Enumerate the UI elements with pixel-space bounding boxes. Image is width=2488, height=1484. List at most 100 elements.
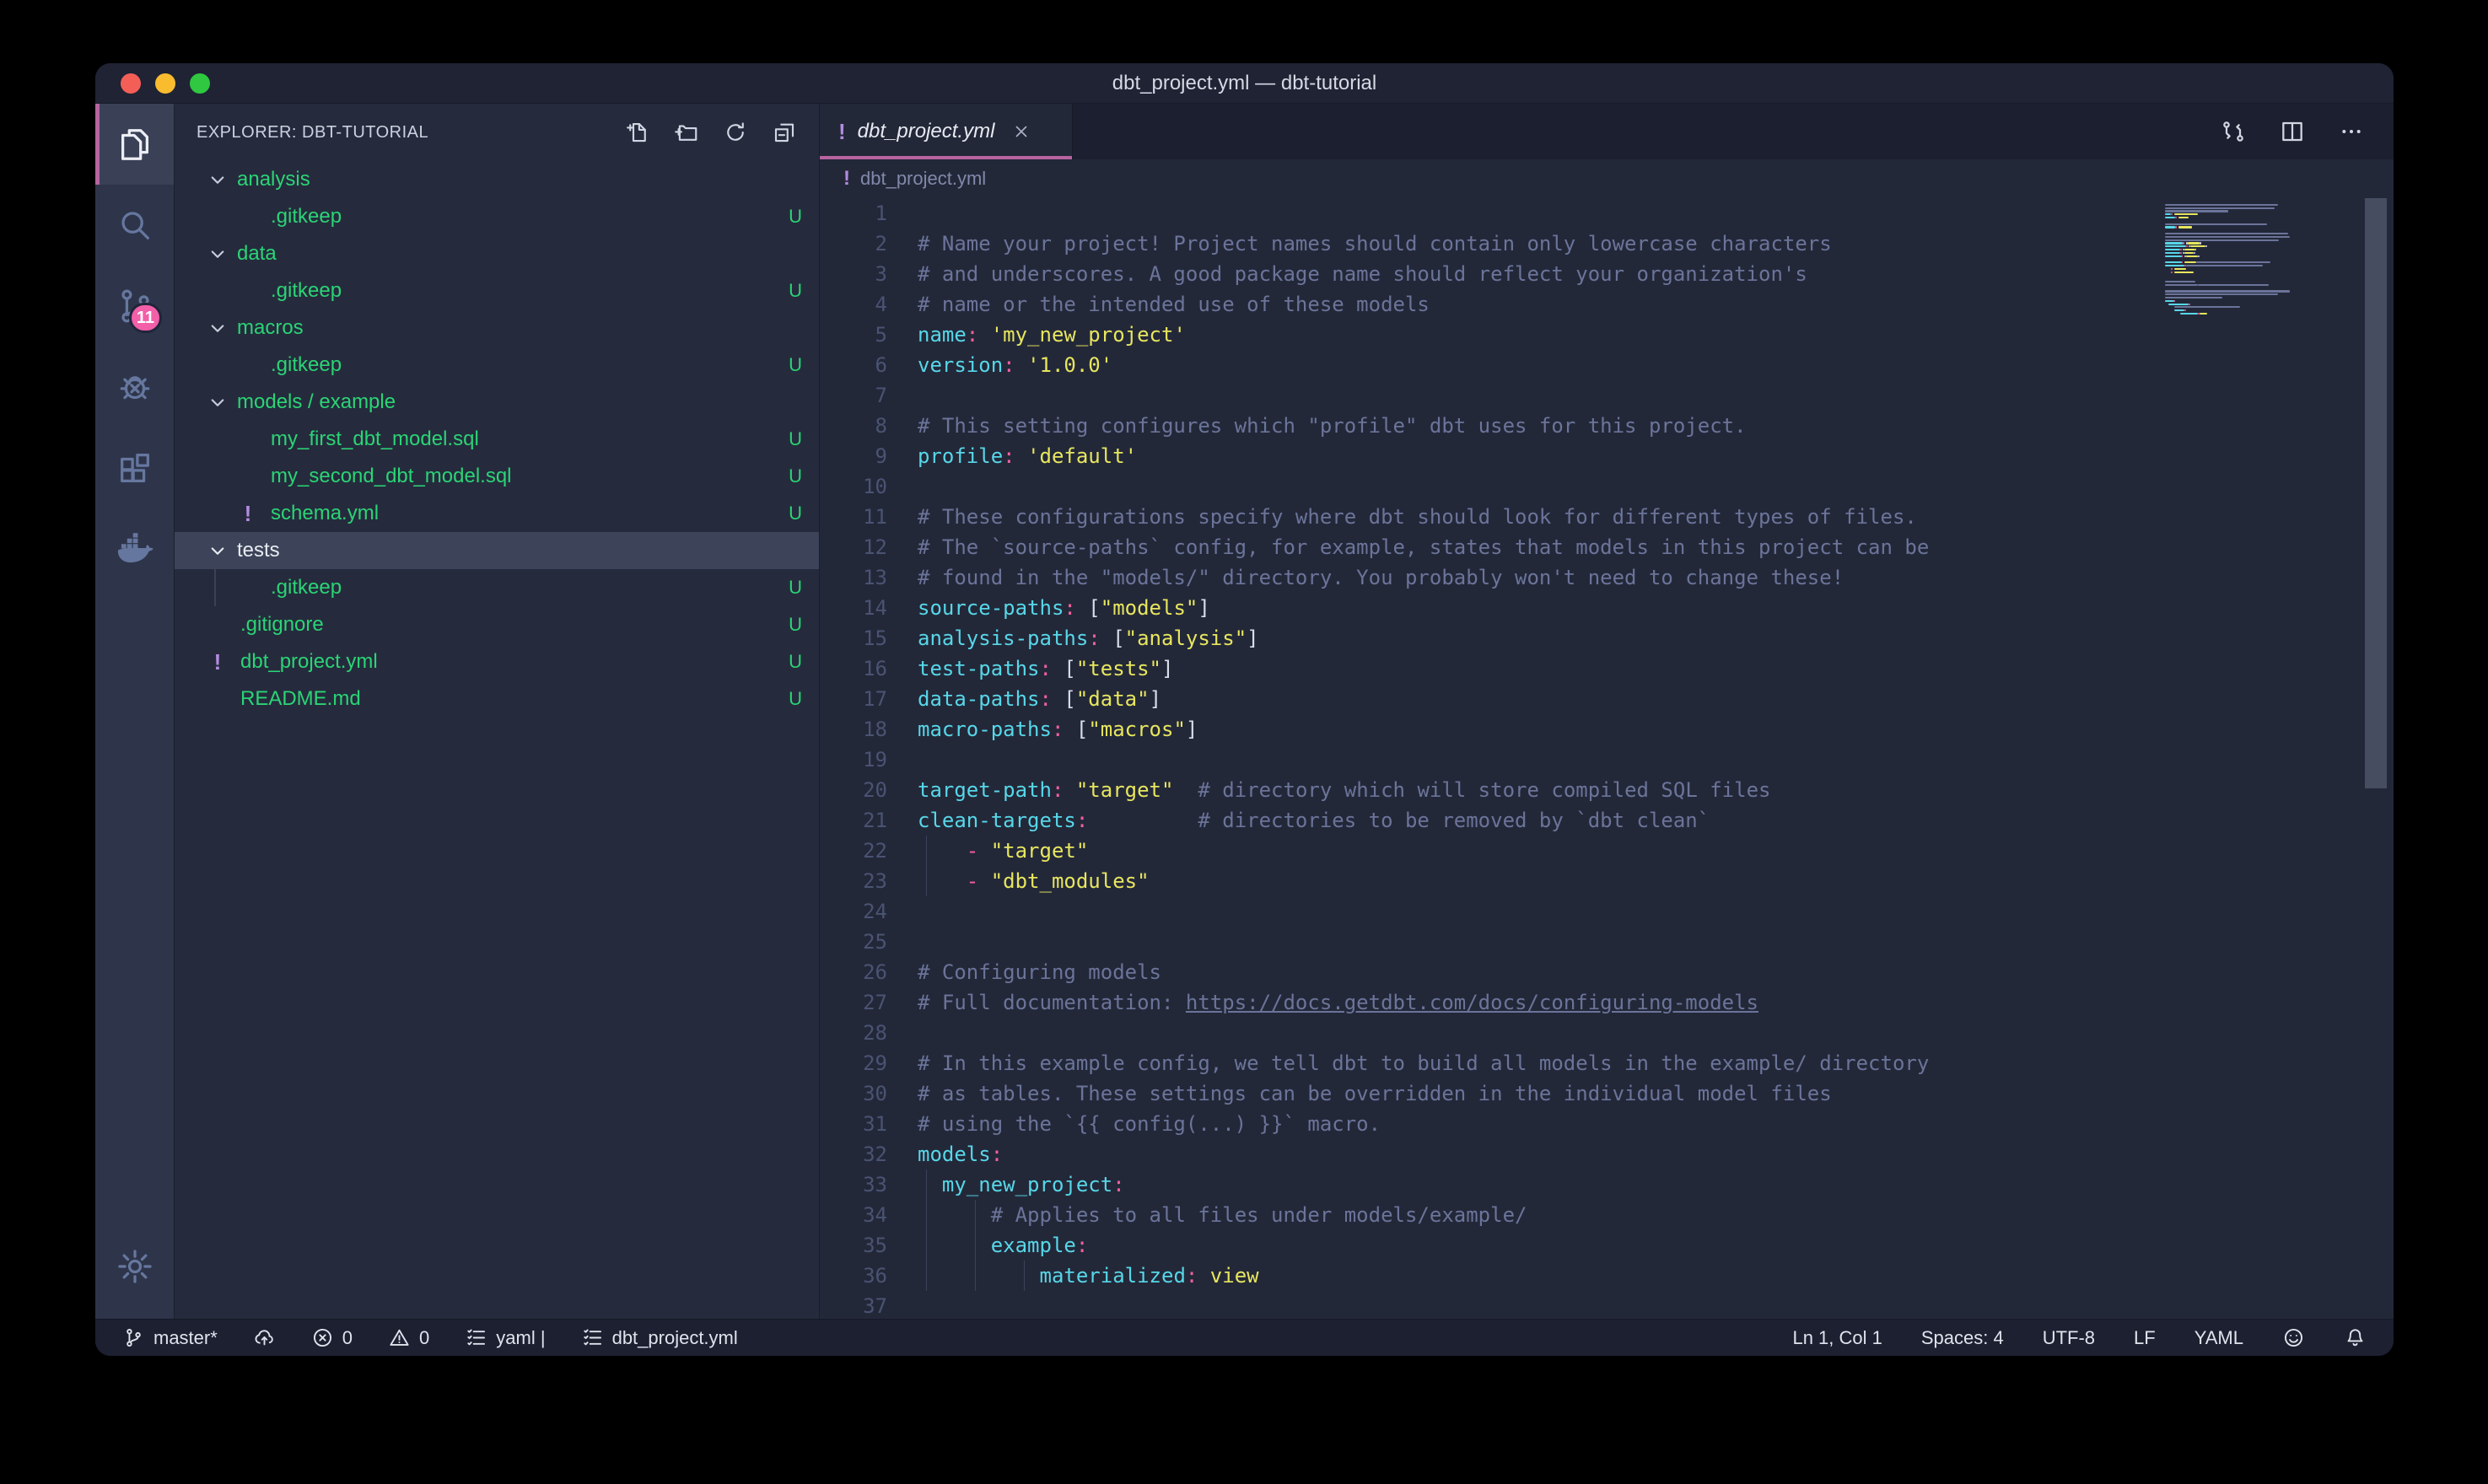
code-line-12[interactable]: 12# The `source-paths` config, for examp… [820, 532, 2394, 562]
code-line-27[interactable]: 27# Full documentation: https://docs.get… [820, 987, 2394, 1018]
status-cursor-position[interactable]: Ln 1, Col 1 [1792, 1327, 1882, 1349]
code-line-4[interactable]: 4# name or the intended use of these mod… [820, 289, 2394, 320]
files-icon [116, 125, 154, 164]
code-line-2[interactable]: 2# Name your project! Project names shou… [820, 229, 2394, 259]
activity-item-docker[interactable] [95, 508, 174, 589]
code-line-15[interactable]: 15analysis-paths: ["analysis"] [820, 623, 2394, 653]
code-line-29[interactable]: 29# In this example config, we tell dbt … [820, 1048, 2394, 1078]
code-line-11[interactable]: 11# These configurations specify where d… [820, 502, 2394, 532]
more-icon[interactable] [2338, 118, 2365, 145]
code-line-9[interactable]: 9profile: 'default' [820, 441, 2394, 471]
code-line-34[interactable]: 34 # Applies to all files under models/e… [820, 1200, 2394, 1230]
close-window-button[interactable] [121, 73, 141, 94]
tree-folder-data[interactable]: data [175, 235, 819, 272]
code-line-33[interactable]: 33 my_new_project: [820, 1169, 2394, 1200]
tree-file--gitkeep[interactable]: .gitkeepU [175, 272, 819, 309]
status-eol-sequence[interactable]: LF [2134, 1327, 2156, 1349]
line-number: 3 [820, 259, 918, 289]
code-line-22[interactable]: 22 - "target" [820, 836, 2394, 866]
code-line-26[interactable]: 26# Configuring models [820, 957, 2394, 987]
code-line-13[interactable]: 13# found in the "models/" directory. Yo… [820, 562, 2394, 593]
tree-folder-models-example[interactable]: models / example [175, 384, 819, 421]
tree-file-my-first-dbt-model-sql[interactable]: my_first_dbt_model.sqlU [175, 421, 819, 458]
code-line-17[interactable]: 17data-paths: ["data"] [820, 684, 2394, 714]
git-untracked-badge: U [789, 651, 802, 673]
line-content: profile: 'default' [918, 441, 1137, 471]
code-line-28[interactable]: 28 [820, 1018, 2394, 1048]
status-problems-warnings[interactable]: 0 [388, 1326, 429, 1349]
tab-bar: ! dbt_project.yml [820, 104, 2394, 159]
activity-item-files[interactable] [95, 104, 174, 185]
tree-file--gitkeep[interactable]: .gitkeepU [175, 347, 819, 384]
activity-item-gear[interactable] [95, 1226, 174, 1307]
activity-item-debug[interactable] [95, 347, 174, 427]
activity-item-search[interactable] [95, 185, 174, 266]
status-problems-errors[interactable]: 0 [311, 1326, 353, 1349]
status-notifications[interactable] [2344, 1326, 2367, 1349]
status-linter-yaml[interactable]: yaml | [465, 1326, 545, 1349]
close-tab-icon[interactable] [1011, 121, 1031, 142]
tree-file--gitkeep[interactable]: .gitkeepU [175, 569, 819, 606]
code-line-32[interactable]: 32models: [820, 1139, 2394, 1169]
code-line-1[interactable]: 1 [820, 198, 2394, 229]
indent-guide [926, 866, 927, 896]
minimap[interactable] [2165, 200, 2355, 318]
editor[interactable]: 12# Name your project! Project names sho… [820, 198, 2394, 1319]
code-line-5[interactable]: 5name: 'my_new_project' [820, 320, 2394, 350]
collapse-all-icon[interactable] [772, 120, 797, 145]
activity-item-extensions[interactable] [95, 427, 174, 508]
new-folder-icon[interactable] [674, 120, 699, 145]
status-indentation[interactable]: Spaces: 4 [1921, 1327, 2004, 1349]
tree-file--gitkeep[interactable]: .gitkeepU [175, 198, 819, 235]
status-git-branch-status[interactable]: master* [122, 1326, 218, 1349]
code-line-36[interactable]: 36 materialized: view [820, 1261, 2394, 1291]
code-line-30[interactable]: 30# as tables. These settings can be ove… [820, 1078, 2394, 1109]
code-line-6[interactable]: 6version: '1.0.0' [820, 350, 2394, 380]
tree-file-readme-md[interactable]: README.mdU [175, 680, 819, 718]
chevron-down-icon [205, 167, 230, 192]
minimize-window-button[interactable] [155, 73, 175, 94]
status-encoding[interactable]: UTF-8 [2043, 1327, 2095, 1349]
tree-folder-analysis[interactable]: analysis [175, 161, 819, 198]
code-line-3[interactable]: 3# and underscores. A good package name … [820, 259, 2394, 289]
refresh-icon[interactable] [723, 120, 748, 145]
split-icon[interactable] [2279, 118, 2306, 145]
minimap-line [2165, 315, 2355, 319]
code-line-18[interactable]: 18macro-paths: ["macros"] [820, 714, 2394, 745]
status-feedback[interactable] [2282, 1326, 2305, 1349]
code-line-25[interactable]: 25 [820, 927, 2394, 957]
tree-file-my-second-dbt-model-sql[interactable]: my_second_dbt_model.sqlU [175, 458, 819, 495]
scrollbar-thumb[interactable] [2365, 198, 2387, 788]
code-line-16[interactable]: 16test-paths: ["tests"] [820, 653, 2394, 684]
code-line-23[interactable]: 23 - "dbt_modules" [820, 866, 2394, 896]
tree-folder-macros[interactable]: macros [175, 309, 819, 347]
status-label: 0 [419, 1327, 429, 1349]
code-line-14[interactable]: 14source-paths: ["models"] [820, 593, 2394, 623]
tree-file-dbt-project-yml[interactable]: !dbt_project.ymlU [175, 643, 819, 680]
code-line-19[interactable]: 19 [820, 745, 2394, 775]
status-sync-changes[interactable] [253, 1326, 276, 1349]
status-language-mode[interactable]: YAML [2195, 1327, 2243, 1349]
activity-item-source-control[interactable]: 11 [95, 266, 174, 347]
code-line-24[interactable]: 24 [820, 896, 2394, 927]
code-line-10[interactable]: 10 [820, 471, 2394, 502]
code-line-7[interactable]: 7 [820, 380, 2394, 411]
code-line-21[interactable]: 21clean-targets: # directories to be rem… [820, 805, 2394, 836]
code-line-37[interactable]: 37 [820, 1291, 2394, 1319]
new-file-icon[interactable] [625, 120, 650, 145]
compare-icon[interactable] [2220, 118, 2247, 145]
yaml-icon: ! [214, 651, 222, 673]
breadcrumb[interactable]: ! dbt_project.yml [820, 159, 2394, 198]
tab-dbt-project-yml[interactable]: ! dbt_project.yml [820, 104, 1073, 159]
line-content: # These configurations specify where dbt… [918, 502, 1917, 532]
desktop-background: { "window": { "title": "dbt_project.yml … [0, 0, 2488, 1484]
status-outline-file[interactable]: dbt_project.yml [581, 1326, 738, 1349]
code-line-8[interactable]: 8# This setting configures which "profil… [820, 411, 2394, 441]
tree-file--gitignore[interactable]: .gitignoreU [175, 606, 819, 643]
code-line-31[interactable]: 31# using the `{{ config(...) }}` macro. [820, 1109, 2394, 1139]
zoom-window-button[interactable] [190, 73, 210, 94]
code-line-35[interactable]: 35 example: [820, 1230, 2394, 1261]
tree-folder-tests[interactable]: tests [175, 532, 819, 569]
code-line-20[interactable]: 20target-path: "target" # directory whic… [820, 775, 2394, 805]
tree-file-schema-yml[interactable]: !schema.ymlU [175, 495, 819, 532]
